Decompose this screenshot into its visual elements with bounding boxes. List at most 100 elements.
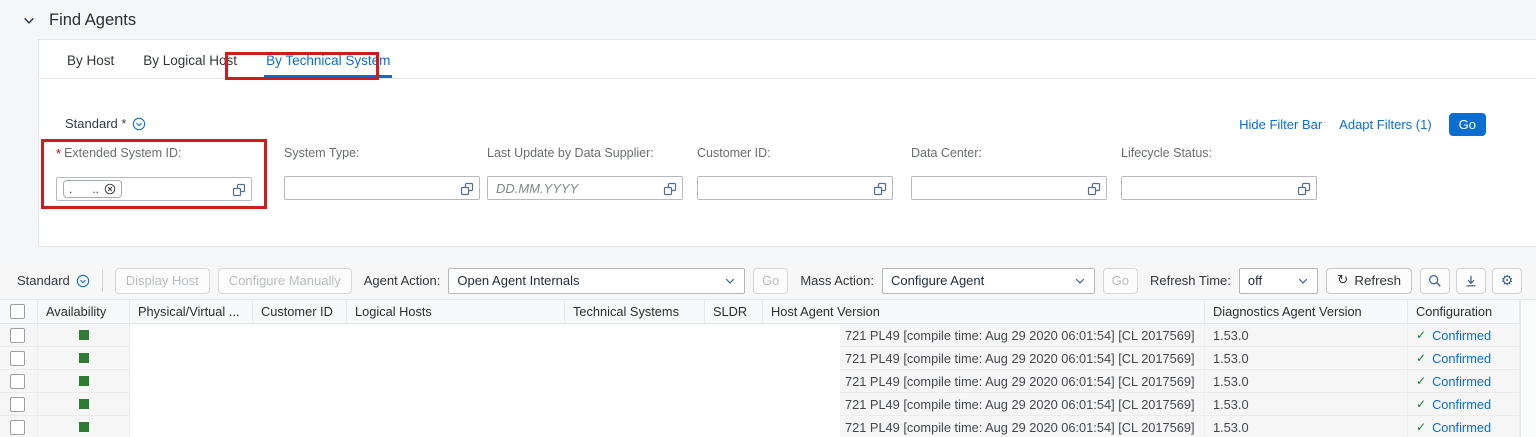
chevron-circle-icon: [76, 274, 90, 288]
col-customer-id[interactable]: Customer ID: [253, 300, 347, 323]
field-label: Lifecycle Status:: [1121, 146, 1213, 160]
tab-by-technical-system[interactable]: By Technical System: [264, 43, 393, 78]
agent-action-select[interactable]: Open Agent Internals: [448, 267, 745, 294]
col-technical-systems[interactable]: Technical Systems: [565, 300, 705, 323]
customer-id-input[interactable]: [704, 177, 870, 199]
refresh-icon: ↻: [1337, 273, 1349, 288]
panel-header: Find Agents: [22, 11, 136, 30]
value-help-icon[interactable]: [1297, 182, 1311, 196]
row-checkbox[interactable]: [10, 350, 25, 366]
col-availability[interactable]: Availability: [38, 300, 130, 323]
gear-icon: ⚙: [1500, 272, 1514, 289]
find-agents-panel: By Host By Logical Host By Technical Sys…: [38, 39, 1536, 247]
chevron-circle-icon: [132, 117, 146, 131]
col-physical-virtual[interactable]: Physical/Virtual ...: [130, 300, 253, 323]
configuration-cell: ✓ Confirmed: [1408, 324, 1520, 346]
table-variant-selector[interactable]: Standard: [17, 273, 90, 288]
check-icon: ✓: [1416, 328, 1427, 342]
required-asterisk: *: [56, 146, 62, 161]
agent-action-label: Agent Action:: [363, 273, 441, 288]
field-label: Customer ID:: [697, 146, 771, 160]
col-logical-hosts[interactable]: Logical Hosts: [347, 300, 565, 323]
configure-manually-button[interactable]: Configure Manually: [217, 267, 352, 294]
system-type-input[interactable]: [291, 177, 457, 199]
token-text: . ..: [69, 182, 100, 196]
configuration-link[interactable]: Confirmed: [1432, 374, 1491, 389]
search-button[interactable]: [1420, 267, 1450, 294]
field-label: Data Center:: [911, 146, 982, 160]
redacted-data-block: [130, 324, 840, 437]
value-help-icon[interactable]: [1087, 182, 1101, 196]
export-button[interactable]: [1456, 267, 1486, 294]
col-configuration[interactable]: Configuration: [1408, 300, 1520, 323]
col-host-agent-version[interactable]: Host Agent Version: [763, 300, 1205, 323]
diagnostics-agent-version-cell: 1.53.0: [1205, 347, 1408, 369]
agent-action-value: Open Agent Internals: [457, 273, 580, 288]
field-last-update: Last Update by Data Supplier:: [487, 146, 683, 200]
mass-action-select[interactable]: Configure Agent: [882, 267, 1095, 294]
check-icon: ✓: [1416, 351, 1427, 365]
extended-system-id-input[interactable]: . ..: [56, 177, 252, 201]
table-scrollbar-track[interactable]: [1520, 300, 1536, 437]
filter-variant-selector[interactable]: Standard *: [65, 116, 146, 131]
field-customer-id: Customer ID:: [697, 146, 893, 200]
refresh-button[interactable]: ↻ Refresh: [1326, 267, 1412, 294]
availability-green-indicator: [78, 353, 89, 363]
refresh-time-value: off: [1247, 273, 1263, 288]
chevron-down-icon: [1074, 275, 1086, 287]
field-system-type: System Type:: [284, 146, 480, 200]
hide-filter-bar-link[interactable]: Hide Filter Bar: [1239, 117, 1322, 132]
mass-action-value: Configure Agent: [891, 273, 985, 288]
value-help-icon[interactable]: [232, 183, 246, 197]
configuration-link[interactable]: Confirmed: [1432, 328, 1491, 343]
adapt-filters-link[interactable]: Adapt Filters (1): [1339, 117, 1431, 132]
system-id-token[interactable]: . ..: [63, 180, 123, 198]
configuration-link[interactable]: Confirmed: [1432, 351, 1491, 366]
field-label: * Extended System ID:: [56, 146, 182, 161]
row-checkbox[interactable]: [10, 396, 25, 412]
field-label: Last Update by Data Supplier:: [487, 146, 654, 160]
display-host-button[interactable]: Display Host: [114, 267, 210, 294]
check-icon: ✓: [1416, 374, 1427, 388]
row-checkbox[interactable]: [10, 419, 25, 435]
col-diagnostics-agent-version[interactable]: Diagnostics Agent Version: [1205, 300, 1408, 323]
mass-action-label: Mass Action:: [800, 273, 875, 288]
tab-by-logical-host[interactable]: By Logical Host: [141, 43, 239, 78]
lifecycle-status-input[interactable]: [1128, 177, 1294, 199]
token-remove-icon[interactable]: [104, 183, 116, 195]
row-checkbox[interactable]: [10, 327, 25, 343]
settings-button[interactable]: ⚙: [1492, 267, 1522, 294]
diagnostics-agent-version-cell: 1.53.0: [1205, 416, 1408, 437]
row-checkbox[interactable]: [10, 373, 25, 389]
agent-action-go-button[interactable]: Go: [752, 267, 789, 294]
availability-cell: [38, 393, 130, 415]
refresh-time-label: Refresh Time:: [1149, 273, 1231, 288]
download-icon: [1464, 274, 1478, 288]
refresh-time-select[interactable]: off: [1238, 267, 1319, 294]
col-sldr[interactable]: SLDR: [705, 300, 763, 323]
filter-variant-label: Standard *: [65, 116, 127, 131]
value-help-icon[interactable]: [460, 182, 474, 196]
availability-green-indicator: [78, 399, 89, 409]
agents-table: Availability Physical/Virtual ... Custom…: [0, 299, 1536, 437]
mass-action-go-button[interactable]: Go: [1102, 267, 1138, 294]
select-all-checkbox[interactable]: [10, 304, 25, 319]
availability-cell: [38, 324, 130, 346]
configuration-link[interactable]: Confirmed: [1432, 420, 1491, 435]
filter-go-button[interactable]: Go: [1448, 113, 1486, 136]
search-icon: [1428, 274, 1442, 288]
collapse-chevron-icon[interactable]: [22, 14, 36, 28]
tab-bar: By Host By Logical Host By Technical Sys…: [39, 40, 1536, 79]
value-help-icon[interactable]: [663, 182, 677, 196]
last-update-date-input[interactable]: [494, 177, 660, 199]
value-help-icon[interactable]: [873, 182, 887, 196]
diagnostics-agent-version-cell: 1.53.0: [1205, 393, 1408, 415]
tab-by-host[interactable]: By Host: [65, 43, 116, 78]
refresh-button-label: Refresh: [1354, 273, 1401, 288]
availability-green-indicator: [78, 376, 89, 386]
data-center-input[interactable]: [918, 177, 1084, 199]
availability-cell: [38, 347, 130, 369]
configuration-link[interactable]: Confirmed: [1432, 397, 1491, 412]
filter-bar-actions: Hide Filter Bar Adapt Filters (1) Go: [1239, 113, 1486, 136]
find-agents-page: Find Agents By Host By Logical Host By T…: [0, 0, 1536, 437]
